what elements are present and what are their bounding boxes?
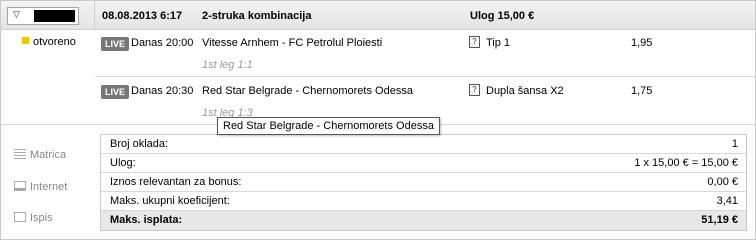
match-teams[interactable]: Vitesse Arnhem - FC Petrolul Ploiesti [202,37,382,49]
live-badge: LIVE [101,37,130,51]
summary-value: 1 x 15,00 € = 15,00 € [634,157,738,169]
tip-label: Tip 1 [486,37,511,49]
status-label: otvoreno [33,36,76,48]
summary-value: 0,00 € [707,176,738,188]
monitor-icon [14,181,26,191]
summary-label: Ulog: [110,157,136,169]
summary-row: Ulog: 1 x 15,00 € = 15,00 € [101,154,746,173]
print-label: Ispis [30,212,53,224]
internet-label: Internet [30,181,68,193]
help-icon[interactable]: ? [469,84,480,96]
internet-button[interactable]: Internet [14,181,67,193]
help-icon[interactable]: ? [469,36,480,48]
chevron-down-icon: ▽ [13,9,20,19]
summary-row: Maks. ukupni koeficijent: 3,41 [101,192,746,211]
match-time: Danas 20:30 [131,85,194,97]
matrix-button[interactable]: Matrica [14,149,66,161]
stake-total: Ulog 15,00 € [470,10,535,22]
summary-label: Maks. isplata: [110,214,183,226]
printer-icon [14,212,26,222]
ticket-toggle[interactable]: ▽ [7,7,79,25]
summary-label: Maks. ukupni koeficijent: [110,195,230,207]
matrix-label: Matrica [30,149,67,161]
ticket-header: ▽ 08.08.2013 6:17 2-struka kombinacija U… [1,1,755,30]
match-row[interactable]: LIVE Danas 20:00 Vitesse Arnhem - FC Pet… [95,30,755,77]
header-divider [94,1,95,29]
summary-row: Iznos relevantan za bonus: 0,00 € [101,173,746,192]
tip-label: Dupla šansa X2 [486,85,564,97]
first-leg-result: 1st leg 1:1 [202,59,253,71]
summary-label: Broj oklada: [110,138,169,150]
match-teams[interactable]: Red Star Belgrade - Chernomorets Odessa [202,85,413,97]
status-badge: otvoreno [22,36,76,48]
summary-value: 1 [731,138,738,150]
match-time: Danas 20:00 [131,37,194,49]
summary-table: Broj oklada: 1 Ulog: 1 x 15,00 € = 15,00… [100,134,747,231]
ticket-date: 08.08.2013 6:17 [102,10,183,22]
summary-value: 3,41 [716,195,738,207]
bet-ticket: ▽ 08.08.2013 6:17 2-struka kombinacija U… [0,0,756,240]
list-icon [14,149,26,159]
summary-total-row: Maks. isplata: 51,19 € [101,211,746,230]
match-tooltip: Red Star Belgrade - Chernomorets Odessa [217,117,440,135]
summary-value: 51,19 € [701,214,738,226]
status-open-icon [22,37,29,44]
odd-value: 1,95 [631,37,653,49]
print-button[interactable]: Ispis [14,212,53,224]
summary-label: Iznos relevantan za bonus: [110,176,242,188]
ticket-id-redacted [34,10,75,22]
bet-type: 2-struka kombinacija [202,10,312,22]
summary-row: Broj oklada: 1 [101,135,746,154]
live-badge: LIVE [101,85,130,99]
odd-value: 1,75 [631,85,653,97]
